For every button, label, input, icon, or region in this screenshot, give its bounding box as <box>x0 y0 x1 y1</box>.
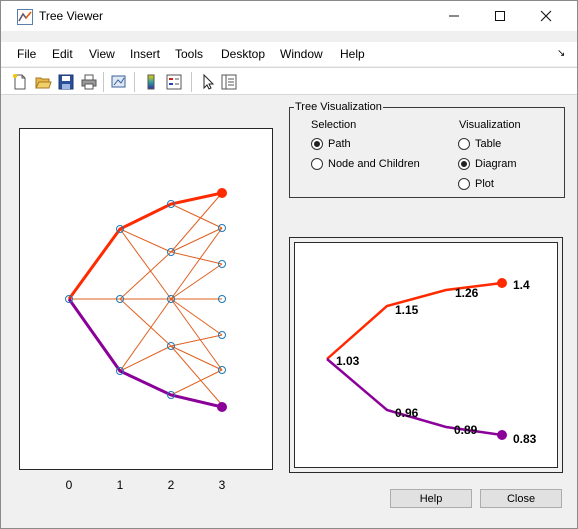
menu-view[interactable]: View <box>89 47 115 61</box>
close-window-button[interactable] <box>523 1 569 31</box>
figure-toolbar <box>1 67 577 95</box>
diagram-down-label-2: 0.89 <box>454 423 478 437</box>
toolbar-separator <box>134 72 135 92</box>
minimize-button[interactable] <box>431 1 477 31</box>
menu-help[interactable]: Help <box>340 47 365 61</box>
diagram-down-label-1: 0.96 <box>395 406 419 420</box>
window-title: Tree Viewer <box>39 9 104 23</box>
property-inspector-icon[interactable] <box>220 73 238 91</box>
maximize-button[interactable] <box>477 1 523 31</box>
x-tick-label: 3 <box>218 478 226 492</box>
down-path-line <box>67 298 223 409</box>
selection-label: Selection <box>311 119 357 131</box>
radio-plot-label: Plot <box>475 178 494 190</box>
menu-bar: File Edit View Insert Tools Desktop Wind… <box>1 42 577 66</box>
help-button[interactable]: Help <box>390 489 472 508</box>
diagram-down-end-marker <box>497 430 507 440</box>
menu-window[interactable]: Window <box>280 47 323 61</box>
lattice-lines <box>69 192 223 406</box>
radio-plot[interactable]: Plot <box>458 178 494 190</box>
close-icon <box>540 10 552 22</box>
radio-selected-icon <box>311 138 323 150</box>
x-tick-label: 1 <box>116 478 124 492</box>
close-button[interactable]: Close <box>480 489 562 508</box>
x-tick-label: 2 <box>167 478 175 492</box>
down-path-end-marker <box>217 402 227 412</box>
diagram-down-label-3: 0.83 <box>513 432 537 446</box>
new-figure-icon[interactable] <box>11 73 29 91</box>
radio-unselected-icon <box>458 138 470 150</box>
radio-path[interactable]: Path <box>311 138 351 150</box>
menu-edit[interactable]: Edit <box>52 47 73 61</box>
save-icon[interactable] <box>57 73 75 91</box>
colorbar-icon[interactable] <box>142 73 160 91</box>
radio-unselected-icon <box>311 158 323 170</box>
legend-icon[interactable] <box>165 73 183 91</box>
diagram-up-label-3: 1.4 <box>513 278 530 292</box>
diagram-up-end-marker <box>497 278 507 288</box>
radio-table-label: Table <box>475 138 502 150</box>
title-bar: Tree Viewer <box>1 1 577 31</box>
tree-viewer-window: Tree Viewer File Edit View Insert Tools … <box>0 0 578 529</box>
tree-visualization-title: Tree Visualization <box>295 101 382 113</box>
diagram-root-label: 1.03 <box>336 354 360 368</box>
radio-selected-icon <box>458 158 470 170</box>
up-path-end-marker <box>217 188 227 198</box>
up-path-line <box>67 191 223 300</box>
radio-path-label: Path <box>328 138 351 150</box>
menu-tools[interactable]: Tools <box>175 47 203 61</box>
toolbar-separator <box>191 72 192 92</box>
minimize-icon <box>449 15 459 17</box>
radio-table[interactable]: Table <box>458 138 501 150</box>
menu-file[interactable]: File <box>17 47 36 61</box>
matlab-logo-icon <box>17 9 33 25</box>
path-diagram-panel: 1.03 1.15 1.26 1.4 0.96 0.89 0.83 <box>289 237 563 473</box>
open-file-icon[interactable] <box>34 73 52 91</box>
x-tick-label: 0 <box>65 478 73 492</box>
menu-desktop[interactable]: Desktop <box>221 47 265 61</box>
pointer-icon[interactable] <box>199 73 217 91</box>
radio-node-and-children[interactable]: Node and Children <box>311 158 420 170</box>
menu-insert[interactable]: Insert <box>130 47 160 61</box>
path-diagram-canvas[interactable]: 1.03 1.15 1.26 1.4 0.96 0.89 0.83 <box>294 242 558 468</box>
tree-lattice-plot <box>65 188 227 412</box>
radio-node-and-children-label: Node and Children <box>328 158 420 170</box>
link-plot-icon[interactable] <box>110 73 128 91</box>
print-icon[interactable] <box>80 73 98 91</box>
toolbar-separator <box>103 72 104 92</box>
visualization-label: Visualization <box>459 119 521 131</box>
maximize-icon <box>495 11 505 21</box>
diagram-up-label-1: 1.15 <box>395 303 419 317</box>
radio-diagram[interactable]: Diagram <box>458 158 517 170</box>
radio-unselected-icon <box>458 178 470 190</box>
diagram-up-label-2: 1.26 <box>455 286 479 300</box>
radio-diagram-label: Diagram <box>475 158 517 170</box>
dock-arrow-icon[interactable]: ↘ <box>557 48 565 59</box>
tree-lattice-axes[interactable] <box>19 128 273 470</box>
